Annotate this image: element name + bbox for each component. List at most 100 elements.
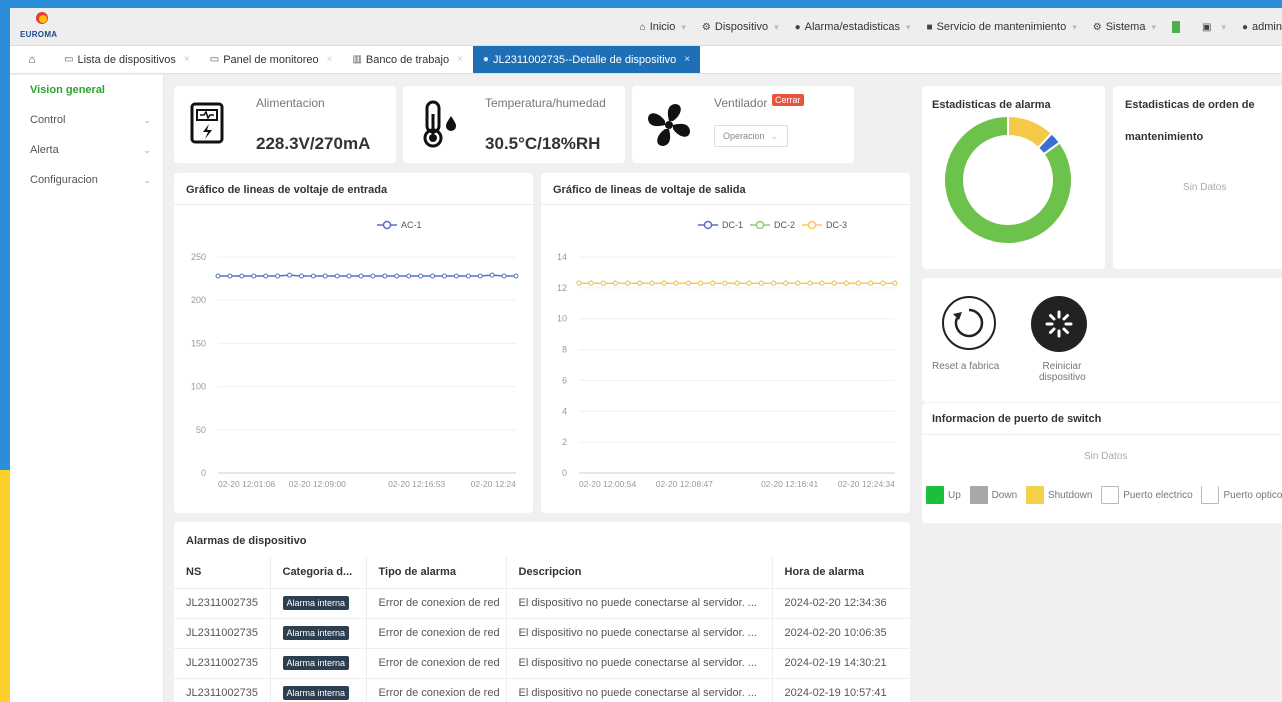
data-point xyxy=(227,273,233,279)
app-frame: EUROMA ⌂ Inicio ▾ ⚙ Dispositivo ▾ ● Alarma… xyxy=(10,8,1282,702)
fan-mode-select[interactable]: Operacion ⌄ xyxy=(714,125,788,147)
x-tick-label: 02-20 12:09:00 xyxy=(289,479,346,489)
status-indicator-icon[interactable] xyxy=(1172,21,1180,33)
y-tick-label: 14 xyxy=(557,252,567,262)
nav-item-alarma[interactable]: ● Alarma/estadisticas ▾ xyxy=(795,21,911,33)
legend-label: DC-2 xyxy=(774,220,795,230)
column-header-alarm-type[interactable]: Tipo de alarma xyxy=(365,556,506,589)
column-header-ns[interactable]: NS xyxy=(174,556,270,589)
column-header-category[interactable]: Categoria d... xyxy=(269,556,366,589)
maintenance-icon: ■ xyxy=(926,21,933,33)
table-row[interactable]: JL2311002735 Alarma interna Error de con… xyxy=(174,678,910,702)
data-point xyxy=(637,280,643,286)
legend-label: DC-1 xyxy=(722,220,743,230)
y-tick-label: 0 xyxy=(562,468,567,478)
table-header-row: NS Categoria d... Tipo de alarma Descrip… xyxy=(174,556,910,589)
legend-item-optical-port: Puerto optico xyxy=(1201,486,1282,504)
reboot-device-label: Reiniciar dispositivo xyxy=(1039,361,1086,383)
device-alarms-table: NS Categoria d... Tipo de alarma Descrip… xyxy=(174,556,910,702)
brand-logo[interactable]: EUROMA xyxy=(20,12,64,42)
switch-port-info-card: Informacion de puerto de switch Sin Dato… xyxy=(922,403,1282,523)
table-row[interactable]: JL2311002735 Alarma interna Error de con… xyxy=(174,588,910,619)
device-alarms-title: Alarmas de dispositivo xyxy=(186,535,307,547)
chevron-down-icon: ▾ xyxy=(1221,21,1226,32)
data-point xyxy=(698,280,704,286)
sidebar-item-alert[interactable]: Alerta ⌄ xyxy=(10,135,163,165)
chevron-down-icon: ▾ xyxy=(906,21,911,32)
fan-close-button[interactable]: Cerrar xyxy=(772,94,804,106)
nav-item-sistema[interactable]: ⚙ Sistema ▾ xyxy=(1093,21,1156,33)
data-point xyxy=(346,273,352,279)
user-menu[interactable]: ● admin xyxy=(1242,21,1282,33)
order-stats-title: Estadisticas de orden de xyxy=(1125,99,1255,111)
chevron-down-icon: ▾ xyxy=(681,21,686,32)
close-icon[interactable]: × xyxy=(184,54,190,65)
sidebar-item-overview[interactable]: Vision general xyxy=(10,75,163,105)
y-tick-label: 12 xyxy=(557,283,567,293)
data-point xyxy=(334,273,340,279)
monitor-icon: ▭ xyxy=(209,54,220,65)
nav-item-mantenimiento[interactable]: ■ Servicio de mantenimiento ▾ xyxy=(927,21,1077,33)
sidebar-item-control[interactable]: Control ⌄ xyxy=(10,105,163,135)
data-point xyxy=(746,280,752,286)
top-navbar: EUROMA ⌂ Inicio ▾ ⚙ Dispositivo ▾ ● Alarma… xyxy=(10,8,1282,46)
chevron-down-icon: ▾ xyxy=(774,21,779,32)
data-point xyxy=(588,280,594,286)
close-icon[interactable]: × xyxy=(327,54,333,65)
data-point xyxy=(770,280,776,286)
data-point xyxy=(856,280,862,286)
thermometer-icon xyxy=(423,100,456,148)
x-tick-label: 02-20 12:16:41 xyxy=(761,479,818,489)
data-point xyxy=(807,280,813,286)
home-icon: ⌂ xyxy=(639,21,646,33)
monitor-icon: ▭ xyxy=(64,54,74,65)
data-point xyxy=(370,273,376,279)
close-icon[interactable]: × xyxy=(457,54,463,65)
data-point xyxy=(783,280,789,286)
tab-workbench[interactable]: ▥ Banco de trabajo × xyxy=(342,46,472,73)
temperature-value: 30.5°C/18%RH xyxy=(485,134,601,153)
data-point xyxy=(685,280,691,286)
tab-monitor-panel[interactable]: ▭ Panel de monitoreo × xyxy=(200,46,343,73)
alarm-stats-donut-chart xyxy=(943,116,1073,245)
factory-reset-button[interactable] xyxy=(942,296,996,350)
fan-label: Ventilador xyxy=(714,96,768,110)
chevron-down-icon: ⌄ xyxy=(143,174,151,185)
reset-icon xyxy=(953,308,984,338)
power-supply-icon xyxy=(190,102,224,144)
table-row[interactable]: JL2311002735 Alarma interna Error de con… xyxy=(174,618,910,649)
y-tick-label: 150 xyxy=(191,338,206,348)
language-menu[interactable]: ▣ ▾ xyxy=(1202,22,1226,33)
data-point xyxy=(215,273,221,279)
table-row[interactable]: JL2311002735 Alarma interna Error de con… xyxy=(174,648,910,679)
reboot-icon xyxy=(1045,310,1073,338)
tab-device-list[interactable]: ▭ Lista de dispositivos × xyxy=(54,46,200,73)
switch-port-empty: Sin Datos xyxy=(1084,451,1128,462)
page-accent-strip xyxy=(0,470,10,702)
legend-item-electric-port: Puerto electrico xyxy=(1101,486,1193,504)
factory-reset-label: Reset a fabrica xyxy=(932,361,1000,372)
alarm-category-badge: Alarma interna xyxy=(282,626,350,640)
data-point xyxy=(600,280,606,286)
close-icon[interactable]: × xyxy=(684,54,690,65)
chevron-down-icon: ▾ xyxy=(1072,21,1077,32)
data-point xyxy=(489,272,495,278)
output-voltage-chart-title: Gráfico de lineas de voltaje de salida xyxy=(553,184,746,196)
tab-home[interactable]: ⌂ xyxy=(10,46,54,73)
y-tick-label: 6 xyxy=(562,375,567,385)
column-header-description[interactable]: Descripcion xyxy=(505,556,772,589)
data-point xyxy=(612,280,618,286)
data-point xyxy=(758,280,764,286)
reboot-device-button[interactable] xyxy=(1031,296,1087,352)
info-icon: ● xyxy=(482,54,489,65)
data-point xyxy=(441,273,447,279)
tab-device-detail[interactable]: ● JL2311002735--Detalle de dispositivo × xyxy=(472,46,701,73)
nav-item-inicio[interactable]: ⌂ Inicio ▾ xyxy=(640,21,686,33)
sidebar-item-configuration[interactable]: Configuracion ⌄ xyxy=(10,165,163,195)
nav-item-dispositivo[interactable]: ⚙ Dispositivo ▾ xyxy=(702,21,779,33)
data-point xyxy=(661,280,667,286)
column-header-alarm-time[interactable]: Hora de alarma xyxy=(771,556,910,589)
chevron-down-icon: ▾ xyxy=(1151,21,1156,32)
y-tick-label: 10 xyxy=(557,314,567,324)
data-point xyxy=(819,280,825,286)
